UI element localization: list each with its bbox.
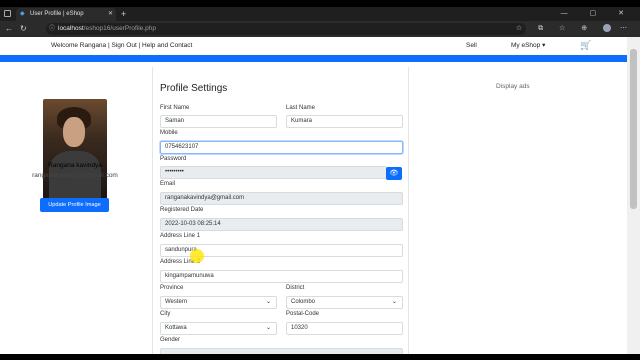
province-select[interactable]: Western ⌄ bbox=[160, 296, 277, 309]
page-content: Welcome Rangana | Sign Out | Help and Co… bbox=[0, 37, 627, 354]
header-divider bbox=[0, 55, 627, 62]
tab-close-icon[interactable]: ✕ bbox=[108, 8, 113, 21]
page-title: Profile Settings bbox=[160, 83, 228, 94]
postal-code-label: Postal-Code bbox=[286, 311, 320, 317]
url-field[interactable]: ⓘ localhost/eshop16/userProfile.php bbox=[46, 23, 526, 35]
email-label: Email bbox=[160, 181, 176, 187]
update-profile-image-button[interactable]: Update Profile Image bbox=[40, 198, 109, 212]
my-eshop-dropdown[interactable]: My eShop ▾ bbox=[511, 37, 545, 55]
mouse-cursor-highlight bbox=[190, 249, 204, 263]
address-line2-field[interactable]: kingampamunuwa bbox=[160, 270, 403, 283]
browser-profile-icon[interactable] bbox=[603, 24, 612, 33]
back-icon[interactable]: ← bbox=[5, 21, 13, 37]
registered-date-label: Registered Date bbox=[160, 207, 204, 213]
password-field[interactable]: ••••••••• bbox=[160, 166, 387, 179]
show-password-button[interactable]: 👁 bbox=[386, 167, 402, 180]
last-name-field[interactable]: Kumara bbox=[286, 115, 403, 128]
tab-actions-icon[interactable] bbox=[4, 10, 11, 17]
new-tab-button[interactable]: + bbox=[121, 7, 126, 21]
district-select[interactable]: Colombo ⌄ bbox=[286, 296, 403, 309]
tab-title: User Profile | eShop bbox=[30, 11, 84, 17]
province-value: Western bbox=[165, 299, 188, 305]
chevron-down-icon: ⌄ bbox=[391, 299, 397, 305]
province-label: Province bbox=[160, 285, 184, 291]
browser-toolbar-icons[interactable]: ☆ ⧉ ☆ ⊕ ⋯ bbox=[516, 21, 634, 37]
mobile-label: Mobile bbox=[160, 130, 178, 136]
window-controls[interactable]: — ▢ ✕ bbox=[561, 7, 634, 21]
profile-name: Rangana kavindya bbox=[48, 162, 102, 169]
sell-link[interactable]: Sell bbox=[466, 37, 477, 55]
chevron-down-icon: ⌄ bbox=[265, 299, 271, 305]
email-field[interactable]: ranganakavindya@gmail.com bbox=[160, 192, 403, 205]
display-ads: Display ads bbox=[496, 83, 530, 90]
profile-settings-panel: Profile Settings First Name Saman Last N… bbox=[152, 67, 409, 354]
scrollbar-thumb[interactable] bbox=[630, 49, 637, 209]
site-favicon-icon: ◆ bbox=[20, 11, 25, 17]
browser-window: ◆ User Profile | eShop ✕ + — ▢ ✕ ← ↻ ⓘ l… bbox=[0, 0, 640, 360]
address-bar: ← ↻ ⓘ localhost/eshop16/userProfile.php … bbox=[0, 21, 640, 37]
reload-icon[interactable]: ↻ bbox=[20, 21, 27, 37]
address-line1-label: Address Line 1 bbox=[160, 233, 201, 239]
profile-photo bbox=[43, 99, 107, 199]
mobile-field[interactable]: 0754623107 bbox=[160, 141, 403, 154]
city-value: Kottawa bbox=[165, 325, 187, 331]
first-name-label: First Name bbox=[160, 105, 190, 111]
district-label: District bbox=[286, 285, 305, 291]
tab-bar: ◆ User Profile | eShop ✕ + — ▢ ✕ bbox=[0, 7, 640, 21]
url-path: /eshop16/userProfile.php bbox=[83, 25, 156, 32]
profile-email: ranganakavindya@gmail.com bbox=[32, 172, 118, 179]
top-nav: Welcome Rangana | Sign Out | Help and Co… bbox=[0, 37, 627, 55]
welcome-links[interactable]: Welcome Rangana | Sign Out | Help and Co… bbox=[51, 37, 192, 55]
gender-label: Gender bbox=[160, 337, 181, 343]
city-select[interactable]: Kottawa ⌄ bbox=[160, 322, 277, 335]
url-host: localhost bbox=[58, 25, 84, 32]
site-info-icon[interactable]: ⓘ bbox=[49, 23, 55, 35]
registered-date-field[interactable]: 2022-10-03 08:25:14 bbox=[160, 218, 403, 231]
city-label: City bbox=[160, 311, 171, 317]
gender-field[interactable] bbox=[160, 348, 403, 354]
last-name-label: Last Name bbox=[286, 105, 316, 111]
tab-user-profile[interactable]: ◆ User Profile | eShop ✕ bbox=[16, 8, 116, 21]
first-name-field[interactable]: Saman bbox=[160, 115, 277, 128]
chevron-down-icon: ⌄ bbox=[265, 325, 271, 331]
postal-code-field[interactable]: 10320 bbox=[286, 322, 403, 335]
password-label: Password bbox=[160, 156, 187, 162]
district-value: Colombo bbox=[291, 299, 316, 305]
scrollbar[interactable] bbox=[627, 37, 640, 354]
cart-icon[interactable]: 🛒 bbox=[580, 41, 591, 50]
